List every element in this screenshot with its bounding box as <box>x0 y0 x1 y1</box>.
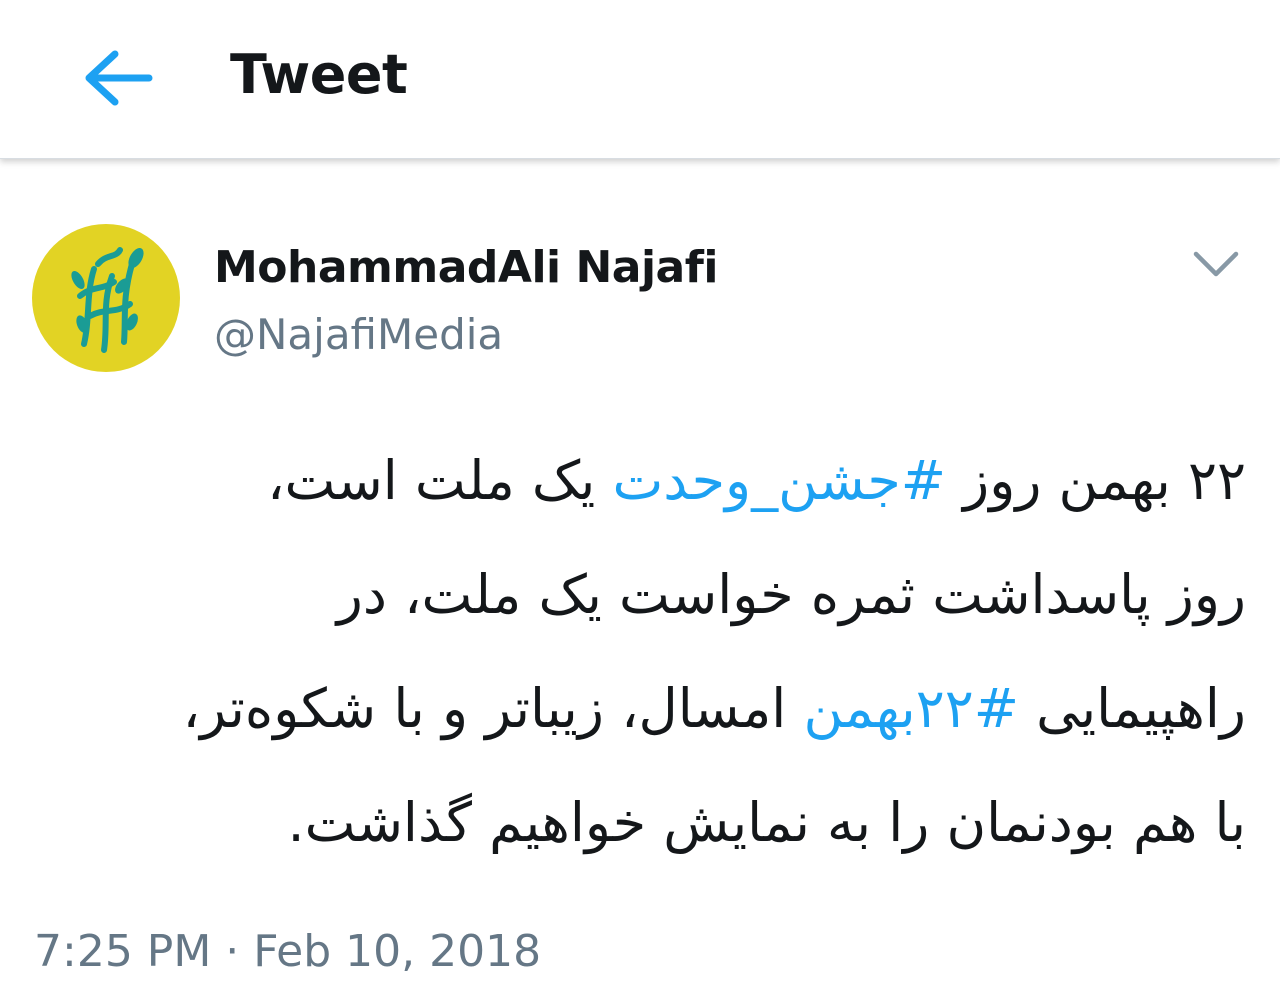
avatar[interactable] <box>32 224 180 372</box>
avatar-logo-icon <box>71 247 144 353</box>
top-app-bar: Tweet <box>0 0 1280 159</box>
back-button[interactable] <box>72 38 162 118</box>
tweet-text-segment: امسال، زیباتر و با شکوه‌تر، <box>182 677 804 740</box>
tweet-text-segment: با هم بودنمان را به نمایش خواهیم گذاشت. <box>287 791 1247 854</box>
tweet-text-segment: روز پاسداشت ثمره خواست یک ملت، در <box>336 563 1246 626</box>
hashtag-link[interactable]: #۲۲بهمن <box>803 677 1019 740</box>
tweet-menu-button[interactable] <box>1188 238 1244 290</box>
hashtag-link[interactable]: #جشن_وحدت <box>612 449 946 512</box>
tweet-text-segment: یک ملت است، <box>267 449 613 512</box>
tweet-text-line: روز پاسداشت ثمره خواست یک ملت، در <box>24 538 1246 652</box>
page-title: Tweet <box>230 43 408 106</box>
tweet-text-segment: ۲۲ بهمن روز <box>946 449 1246 512</box>
tweet-text-line: با هم بودنمان را به نمایش خواهیم گذاشت. <box>24 766 1247 880</box>
tweet-text-line: ۲۲ بهمن روز #جشن_وحدت یک ملت است، <box>24 424 1246 538</box>
tweet-timestamp[interactable]: 7:25 PM · Feb 10, 2018 <box>34 922 541 982</box>
tweet-text-segment: راهپیمایی <box>1018 677 1246 740</box>
author-handle[interactable]: @NajafiMedia <box>214 308 503 362</box>
arrow-left-icon <box>85 50 153 106</box>
tweet-text-line: راهپیمایی #۲۲بهمن امسال، زیباتر و با شکو… <box>24 652 1246 766</box>
author-display-name[interactable]: MohammadAli Najafi <box>214 240 718 296</box>
tweet-text: ۲۲ بهمن روز #جشن_وحدت یک ملت است، روز پاس… <box>24 424 1246 880</box>
chevron-down-icon <box>1193 251 1239 277</box>
